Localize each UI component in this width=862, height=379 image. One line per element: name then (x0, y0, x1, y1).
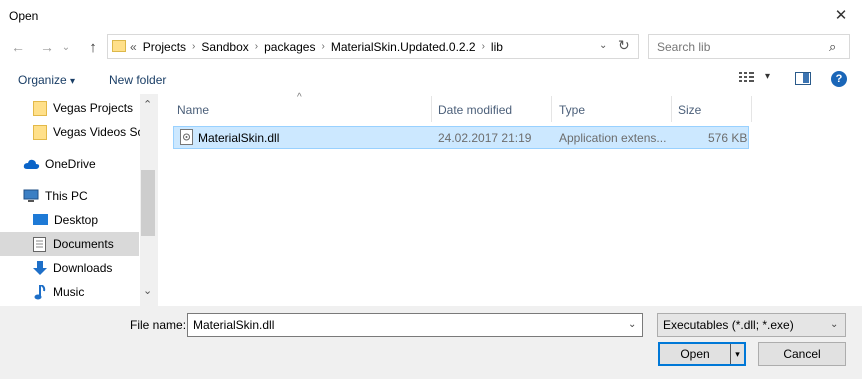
organize-label: Organize (18, 73, 67, 87)
chevron-right-icon[interactable]: › (482, 41, 485, 54)
cancel-button[interactable]: Cancel (758, 342, 846, 366)
chevron-down-icon[interactable]: ⌄ (599, 40, 607, 51)
sidebar-item-label: OneDrive (45, 157, 96, 171)
sidebar-item-vegas-videos[interactable]: Vegas Videos Sor (0, 120, 140, 144)
chevron-right-icon[interactable]: › (192, 41, 195, 54)
sidebar-item-label: Downloads (53, 261, 113, 275)
open-button[interactable]: Open ▾ (658, 342, 746, 366)
back-arrow-icon: ← (11, 39, 25, 55)
chevron-right-icon[interactable]: › (321, 41, 324, 54)
chevron-down-icon: ▾ (70, 76, 76, 87)
file-name-value[interactable]: MaterialSkin.dll (193, 318, 274, 332)
search-placeholder[interactable]: Search lib (657, 40, 710, 54)
search-icon[interactable]: ⌕ (829, 39, 836, 55)
file-name-input[interactable]: MaterialSkin.dll ⌄ (187, 313, 643, 337)
back-button[interactable]: ← (8, 38, 28, 56)
sidebar-item-label: Vegas Videos Sor (53, 125, 140, 139)
chevron-down-icon[interactable]: ⌄ (830, 319, 838, 330)
breadcrumb-item[interactable]: packages (264, 40, 315, 54)
breadcrumb-item[interactable]: lib (491, 40, 503, 54)
folder-icon (33, 124, 47, 140)
column-divider[interactable] (551, 96, 552, 122)
documents-icon (33, 236, 46, 252)
up-arrow-icon: ↑ (89, 38, 97, 56)
preview-pane-icon[interactable] (795, 72, 811, 85)
close-button[interactable]: ✕ (820, 0, 862, 30)
file-type-select[interactable]: Executables (*.dll; *.exe) ⌄ (657, 313, 846, 337)
column-header-size[interactable]: Size (678, 98, 701, 122)
help-icon[interactable]: ? (831, 71, 847, 87)
desktop-icon (33, 214, 48, 225)
music-icon (34, 284, 46, 299)
sidebar-item-onedrive[interactable]: OneDrive (0, 152, 158, 176)
file-name-label: File name: (130, 318, 187, 332)
column-divider[interactable] (671, 96, 672, 122)
window-title: Open (9, 9, 39, 23)
sidebar-item-downloads[interactable]: Downloads (0, 256, 158, 280)
breadcrumb-overflow[interactable]: « (130, 40, 137, 54)
scrollbar-thumb[interactable] (141, 170, 155, 236)
open-button-label[interactable]: Open (660, 344, 730, 364)
chevron-right-icon[interactable]: › (255, 41, 258, 54)
forward-arrow-icon: → (40, 39, 54, 55)
command-bar: Organize ▾ New folder (0, 64, 862, 94)
close-icon: ✕ (834, 7, 848, 24)
file-type-value[interactable]: Executables (*.dll; *.exe) (663, 318, 794, 332)
type-cell: Application extens... (559, 131, 667, 145)
search-box[interactable]: Search lib ⌕ (648, 34, 850, 59)
recent-locations-button[interactable]: ⌄ (60, 38, 72, 56)
sidebar-item-label: Vegas Projects (53, 101, 134, 115)
column-header-name[interactable]: Name (177, 98, 209, 122)
chevron-down-icon: ⌄ (61, 41, 71, 53)
chevron-down-icon[interactable]: ▾ (765, 71, 770, 82)
organize-button[interactable]: Organize ▾ (18, 73, 75, 87)
sidebar-item-label: Documents (53, 237, 114, 251)
date-modified-cell: 24.02.2017 21:19 (438, 131, 532, 145)
new-folder-button[interactable]: New folder (109, 73, 166, 87)
computer-icon (23, 189, 39, 202)
breadcrumb-item[interactable]: Projects (143, 40, 186, 54)
column-header-type[interactable]: Type (559, 98, 585, 122)
open-split-dropdown-icon[interactable]: ▾ (730, 344, 744, 364)
column-divider[interactable] (431, 96, 432, 122)
view-options-icon[interactable] (739, 71, 755, 85)
preview-pane-inner (803, 73, 809, 83)
sort-ascending-icon: ^ (297, 92, 302, 103)
sidebar-item-label: Desktop (54, 213, 99, 227)
scroll-down-icon[interactable]: ⌄ (143, 284, 152, 297)
title-bar: Open ✕ (0, 0, 862, 32)
scroll-up-icon[interactable]: ⌃ (143, 98, 152, 111)
sidebar-item-this-pc[interactable]: This PC (0, 184, 158, 208)
new-folder-label: New folder (109, 73, 167, 87)
download-icon (33, 260, 47, 275)
folder-icon (33, 100, 47, 116)
cloud-icon (23, 159, 40, 169)
size-cell: 576 KB (708, 131, 748, 145)
sidebar-item-desktop[interactable]: Desktop (0, 208, 158, 232)
column-divider[interactable] (751, 96, 752, 122)
up-button[interactable]: ↑ (84, 38, 102, 56)
sidebar-item-label: This PC (45, 189, 88, 203)
dll-file-icon (180, 129, 193, 145)
sidebar-item-documents[interactable]: Documents (0, 232, 139, 256)
file-name-cell[interactable]: MaterialSkin.dll (198, 131, 279, 145)
chevron-down-icon[interactable]: ⌄ (628, 319, 636, 330)
address-bar[interactable]: « Projects › Sandbox › packages › Materi… (107, 34, 639, 59)
sidebar-item-music[interactable]: Music (0, 280, 158, 304)
sidebar-item-label: Music (53, 285, 85, 299)
breadcrumb-item[interactable]: Sandbox (201, 40, 248, 54)
sidebar-item-vegas-projects[interactable]: Vegas Projects (0, 96, 158, 120)
refresh-icon[interactable]: ↻ (618, 37, 630, 54)
folder-icon (112, 40, 126, 52)
breadcrumb: « Projects › Sandbox › packages › Materi… (130, 40, 503, 54)
column-header-date[interactable]: Date modified (438, 98, 512, 122)
forward-button[interactable]: → (37, 38, 57, 56)
breadcrumb-item[interactable]: MaterialSkin.Updated.0.2.2 (331, 40, 476, 54)
